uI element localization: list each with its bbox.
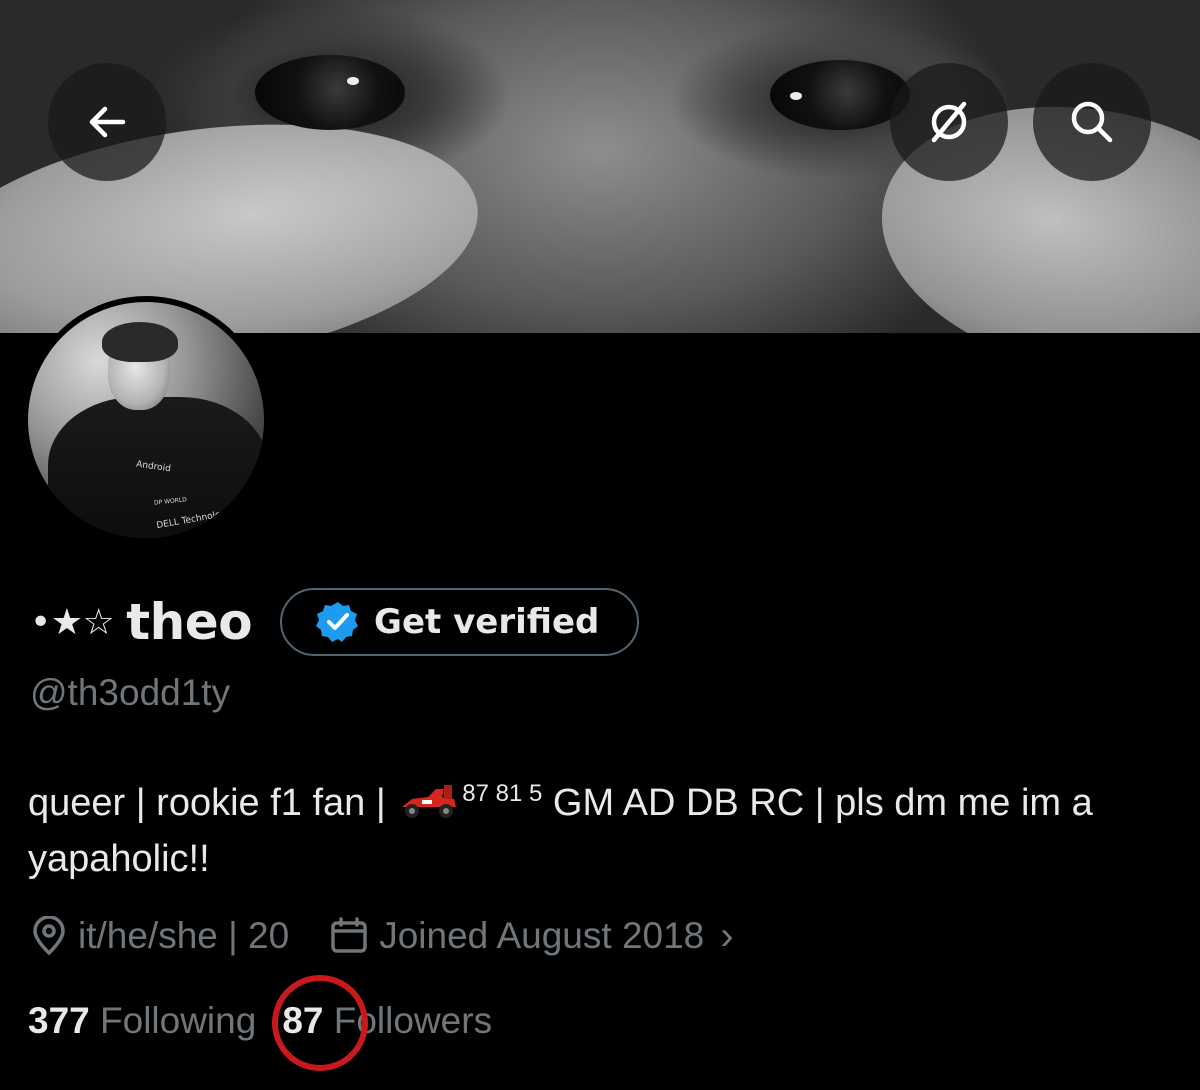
follow-stats: 377 Following 87 Followers: [28, 996, 492, 1046]
verified-badge-icon: [316, 602, 359, 642]
get-verified-label: Get verified: [374, 602, 600, 642]
slashed-circle-icon: [931, 101, 967, 143]
arrow-left-icon: [89, 106, 126, 138]
following-count: 377: [28, 1000, 90, 1041]
banner-eye-right: [770, 60, 910, 130]
joined-text: Joined August 2018: [379, 915, 705, 956]
profile-meta: it/he/she | 20 Joined August 2018 ›: [30, 910, 734, 962]
name-row: •★☆ theo Get verified: [30, 586, 640, 658]
annotation-red-circle: [272, 975, 368, 1071]
name-decoration: •★☆: [30, 601, 115, 643]
username-handle: @th3odd1ty: [30, 672, 231, 713]
following-link[interactable]: 377 Following: [28, 1000, 256, 1042]
grok-button[interactable]: [890, 63, 1008, 181]
chevron-right-icon: ›: [720, 913, 734, 958]
display-name: theo: [126, 593, 253, 651]
profile-banner[interactable]: [0, 0, 1200, 333]
eye-shine: [790, 92, 802, 100]
search-button[interactable]: [1033, 63, 1151, 181]
profile-avatar[interactable]: Android DELL Technologies DP WORLD: [22, 296, 270, 544]
search-icon: [1071, 101, 1113, 143]
bio-superscript: 87 81 5: [462, 780, 543, 807]
profile-bio: queer | rookie f1 fan | 87 81 5 GM AD DB…: [28, 766, 1178, 887]
location-item: it/he/she | 20: [30, 915, 289, 957]
joined-item[interactable]: Joined August 2018 ›: [329, 913, 734, 959]
calendar-icon: [331, 917, 367, 953]
location-text: it/he/she | 20: [78, 915, 290, 956]
avatar-photo: Android DELL Technologies DP WORLD: [28, 302, 264, 538]
get-verified-button[interactable]: Get verified: [280, 588, 640, 656]
banner-eye-left: [255, 55, 405, 130]
bio-text-1: queer | rookie f1 fan |: [28, 782, 397, 824]
avatar-hair: [102, 322, 178, 362]
race-car-emoji-icon: [402, 785, 457, 818]
following-label: Following: [100, 1000, 257, 1041]
location-pin-icon: [33, 916, 65, 956]
eye-shine: [347, 77, 359, 85]
back-button[interactable]: [48, 63, 166, 181]
